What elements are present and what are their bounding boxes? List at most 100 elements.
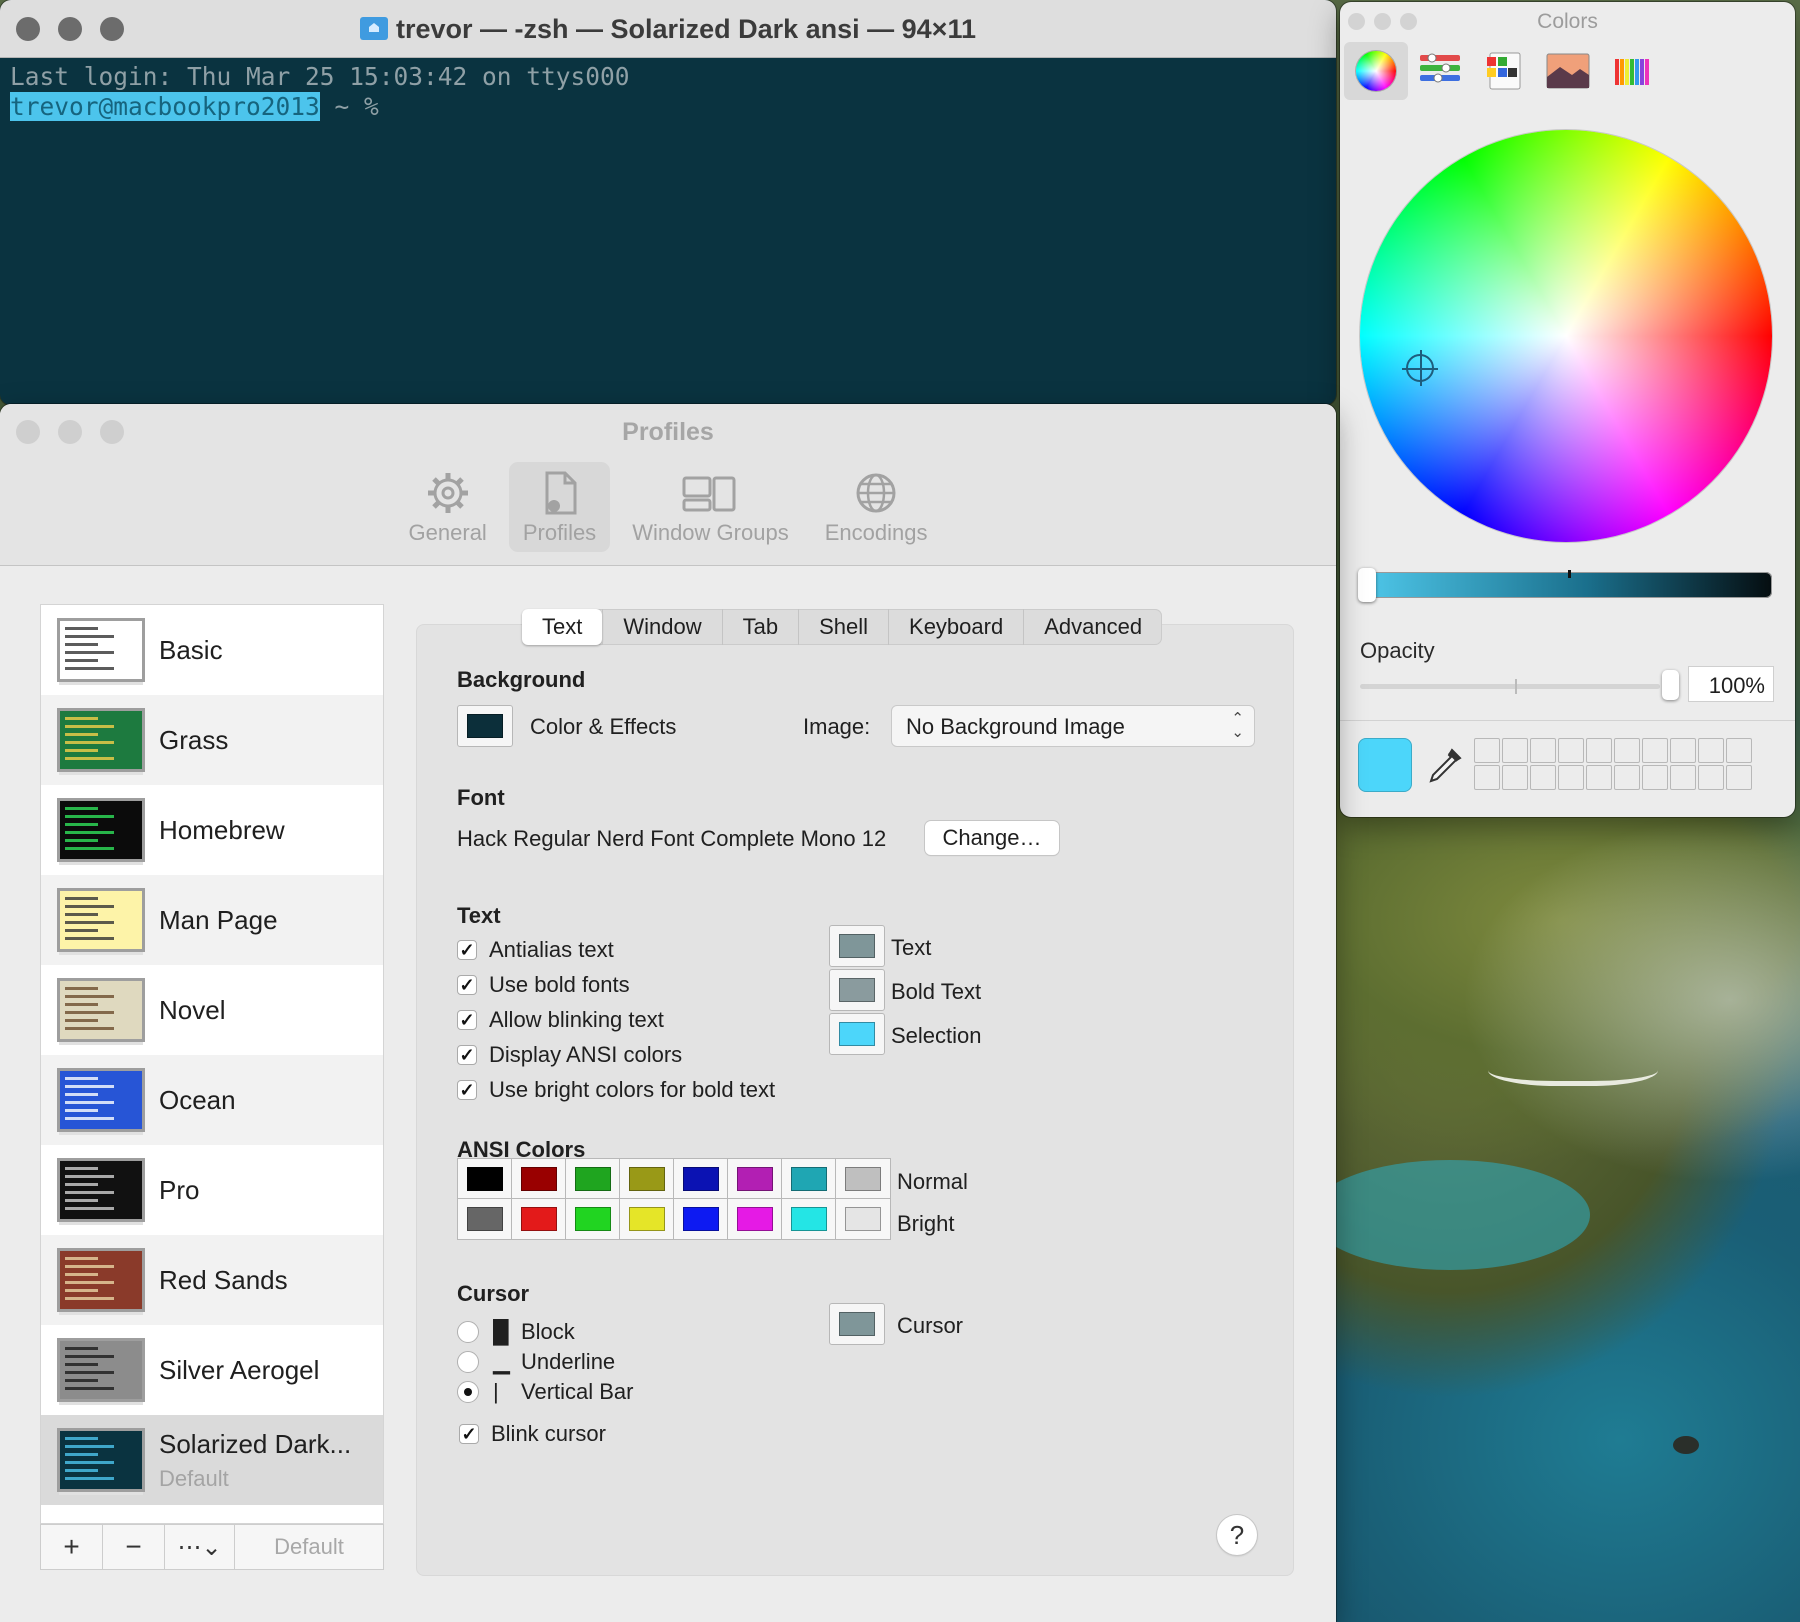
- set-default-button[interactable]: Default: [235, 1525, 383, 1569]
- pencils-icon[interactable]: [1600, 42, 1664, 100]
- custom-swatch[interactable]: [1502, 765, 1528, 790]
- tab-text[interactable]: Text: [522, 609, 603, 645]
- custom-swatch[interactable]: [1474, 738, 1500, 763]
- ansi-bright-color-well[interactable]: [727, 1198, 783, 1240]
- profile-row[interactable]: Ocean: [41, 1055, 383, 1145]
- more-actions-button[interactable]: ⋯⌄: [165, 1525, 235, 1569]
- ansi-bright-color-well[interactable]: [619, 1198, 675, 1240]
- terminal-content[interactable]: Last login: Thu Mar 25 15:03:42 on ttys0…: [10, 62, 630, 122]
- preferences-titlebar[interactable]: Profiles General Profiles Window Groups …: [0, 404, 1336, 566]
- ansi-bright-color-well[interactable]: [781, 1198, 837, 1240]
- help-button[interactable]: ?: [1217, 1515, 1257, 1555]
- eyedropper-icon[interactable]: [1424, 746, 1464, 786]
- custom-swatch[interactable]: [1502, 738, 1528, 763]
- tab-keyboard[interactable]: Keyboard: [888, 609, 1023, 645]
- profile-row[interactable]: Pro: [41, 1145, 383, 1235]
- text-option-checkbox[interactable]: ✓ Antialias text: [457, 937, 614, 963]
- color-picker-crosshair[interactable]: [1402, 350, 1438, 386]
- remove-profile-button[interactable]: −: [103, 1525, 165, 1569]
- text-color-well[interactable]: [829, 1013, 885, 1055]
- custom-swatch[interactable]: [1726, 765, 1752, 790]
- custom-swatch[interactable]: [1474, 765, 1500, 790]
- ansi-normal-color-well[interactable]: [511, 1158, 567, 1200]
- opacity-slider-knob[interactable]: [1662, 670, 1679, 700]
- custom-swatch[interactable]: [1586, 738, 1612, 763]
- tab-tab[interactable]: Tab: [721, 609, 798, 645]
- cursor-style-radio[interactable]: | Vertical Bar: [457, 1379, 634, 1405]
- terminal-titlebar[interactable]: trevor — -zsh — Solarized Dark ansi — 94…: [0, 0, 1336, 58]
- custom-swatch[interactable]: [1586, 765, 1612, 790]
- brightness-slider[interactable]: [1358, 568, 1772, 602]
- toolbar-window-groups[interactable]: Window Groups: [618, 462, 803, 552]
- custom-swatch[interactable]: [1558, 765, 1584, 790]
- custom-swatch[interactable]: [1558, 738, 1584, 763]
- background-image-select[interactable]: No Background Image ⌃ ⌄: [891, 705, 1255, 747]
- ansi-bright-color-well[interactable]: [457, 1198, 513, 1240]
- cursor-color-well[interactable]: [829, 1303, 885, 1345]
- profile-row[interactable]: Homebrew: [41, 785, 383, 875]
- current-color-well[interactable]: [1358, 738, 1412, 792]
- change-font-button[interactable]: Change…: [925, 821, 1059, 855]
- custom-swatch[interactable]: [1726, 738, 1752, 763]
- profile-row[interactable]: Grass: [41, 695, 383, 785]
- ansi-normal-color-well[interactable]: [835, 1158, 891, 1200]
- text-color-well[interactable]: [829, 925, 885, 967]
- ansi-normal-color-well[interactable]: [457, 1158, 513, 1200]
- text-option-checkbox[interactable]: ✓ Use bright colors for bold text: [457, 1077, 775, 1103]
- background-color-well[interactable]: [457, 705, 513, 747]
- ansi-normal-color-well[interactable]: [565, 1158, 621, 1200]
- color-wheel-icon[interactable]: [1344, 42, 1408, 100]
- text-color-well[interactable]: [829, 969, 885, 1011]
- ansi-bright-color-well[interactable]: [673, 1198, 729, 1240]
- color-wheel[interactable]: [1360, 130, 1772, 542]
- tab-window[interactable]: Window: [602, 609, 721, 645]
- toolbar-general[interactable]: General: [395, 462, 501, 552]
- preferences-window[interactable]: Profiles General Profiles Window Groups …: [0, 404, 1336, 1622]
- custom-swatch[interactable]: [1614, 765, 1640, 790]
- ansi-normal-color-well[interactable]: [727, 1158, 783, 1200]
- text-option-checkbox[interactable]: ✓ Use bold fonts: [457, 972, 630, 998]
- image-palettes-icon[interactable]: [1536, 42, 1600, 100]
- brightness-slider-knob[interactable]: [1358, 568, 1376, 602]
- profile-row[interactable]: Man Page: [41, 875, 383, 965]
- add-profile-button[interactable]: +: [41, 1525, 103, 1569]
- ansi-normal-color-well[interactable]: [673, 1158, 729, 1200]
- profile-row[interactable]: Silver Aerogel: [41, 1325, 383, 1415]
- opacity-slider[interactable]: [1360, 679, 1660, 694]
- ansi-normal-color-well[interactable]: [619, 1158, 675, 1200]
- colors-panel[interactable]: Colors Opacity 100%: [1340, 2, 1795, 817]
- custom-swatch[interactable]: [1698, 738, 1724, 763]
- ansi-bright-color-well[interactable]: [835, 1198, 891, 1240]
- profile-row[interactable]: Solarized Dark... Default: [41, 1415, 383, 1505]
- tab-shell[interactable]: Shell: [798, 609, 888, 645]
- toolbar-encodings[interactable]: Encodings: [811, 462, 942, 552]
- custom-swatch[interactable]: [1530, 765, 1556, 790]
- custom-swatch[interactable]: [1642, 738, 1668, 763]
- custom-swatch[interactable]: [1530, 738, 1556, 763]
- tab-advanced[interactable]: Advanced: [1023, 609, 1162, 645]
- ansi-normal-color-well[interactable]: [781, 1158, 837, 1200]
- profile-row[interactable]: Red Sands: [41, 1235, 383, 1325]
- toolbar-profiles[interactable]: Profiles: [508, 462, 611, 552]
- terminal-window[interactable]: trevor — -zsh — Solarized Dark ansi — 94…: [0, 0, 1336, 405]
- profile-row[interactable]: Basic: [41, 605, 383, 695]
- thumbnail-line: [65, 905, 115, 908]
- cursor-style-radio[interactable]: ▁ Underline: [457, 1349, 615, 1375]
- custom-swatch[interactable]: [1670, 765, 1696, 790]
- opacity-value-field[interactable]: 100%: [1688, 666, 1774, 702]
- profiles-list[interactable]: Basic Grass Homebrew Man Page Novel Ocean Pro R…: [40, 604, 384, 1524]
- cursor-style-radio[interactable]: █ Block: [457, 1319, 575, 1345]
- text-color-label: Selection: [891, 1023, 982, 1048]
- ansi-bright-color-well[interactable]: [565, 1198, 621, 1240]
- text-option-checkbox[interactable]: ✓ Display ANSI colors: [457, 1042, 682, 1068]
- custom-swatch[interactable]: [1670, 738, 1696, 763]
- custom-swatch[interactable]: [1698, 765, 1724, 790]
- custom-swatch[interactable]: [1642, 765, 1668, 790]
- text-option-checkbox[interactable]: ✓ Allow blinking text: [457, 1007, 664, 1033]
- profile-row[interactable]: Novel: [41, 965, 383, 1055]
- ansi-bright-color-well[interactable]: [511, 1198, 567, 1240]
- color-sliders-icon[interactable]: [1408, 42, 1472, 100]
- blink-cursor-checkbox[interactable]: ✓ Blink cursor: [459, 1421, 606, 1447]
- custom-swatch[interactable]: [1614, 738, 1640, 763]
- color-palettes-icon[interactable]: [1472, 42, 1536, 100]
